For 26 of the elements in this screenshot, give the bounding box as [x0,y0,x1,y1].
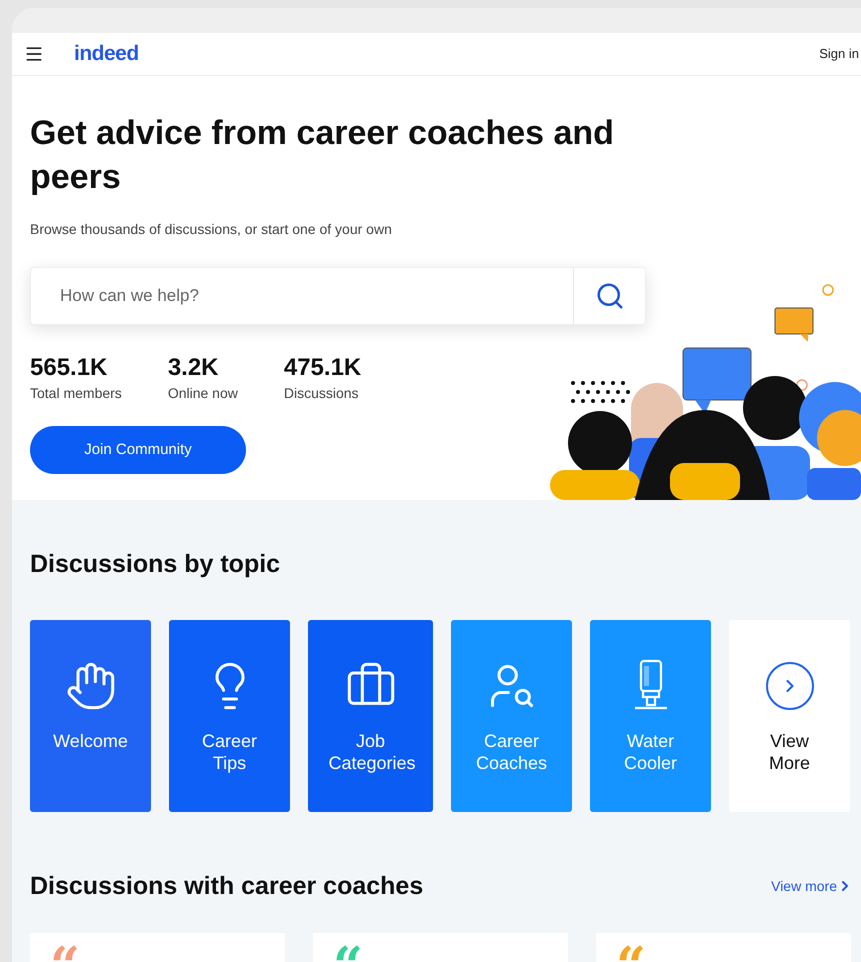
stat-label: Online now [168,384,238,403]
view-more-link[interactable]: View more [771,876,853,897]
stat-label: Total members [30,384,122,403]
search-bar[interactable]: How can we help? [30,267,646,325]
indeed-logo[interactable]: indeed [74,38,139,70]
section-title: Discussions by topic [30,549,282,580]
join-community-button[interactable]: Join Community [30,426,246,474]
quote-mark: “ [616,936,646,962]
stat-value: 565.1K [30,355,108,381]
topic-card[interactable]: Welcome [30,620,151,812]
hero-title: Get advice from career coaches and peers [30,113,615,198]
search-icon [594,281,624,311]
topic-card[interactable]: Job Categories [308,620,433,812]
topic-card[interactable]: View More [729,620,850,812]
sign-in-link[interactable]: Sign in [819,44,861,64]
stat-label: Discussions [284,384,360,403]
quote-mark: “ [50,936,80,962]
stat-value: 475.1K [284,355,362,381]
search-input[interactable]: How can we help? [31,283,573,309]
topic-card[interactable]: Water Cooler [590,620,711,812]
hero-subtitle: Browse thousands of discussions, or start one of your own [30,220,393,239]
quote-mark: “ [333,936,363,962]
stat-value: 3.2K [168,355,220,381]
topic-card[interactable]: Career Coaches [451,620,572,812]
section-title: Discussions with career coaches [30,870,424,902]
topic-card[interactable]: Career Tips [169,620,290,812]
